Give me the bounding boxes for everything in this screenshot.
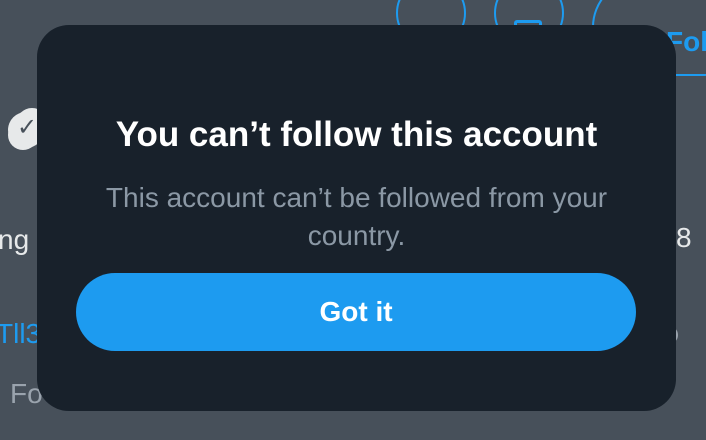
verified-check-icon: ✓: [17, 114, 38, 141]
page-backdrop: Follo ✓ ng 8 Tll3 Fo You can’t follow th…: [0, 0, 706, 440]
stat-fragment: 8: [676, 222, 692, 253]
dialog-message: This account can’t be followed from your…: [105, 182, 608, 251]
got-it-button[interactable]: Got it: [76, 273, 636, 351]
cannot-follow-dialog: You can’t follow this account This accou…: [37, 25, 676, 411]
profile-link: Tll3: [0, 318, 42, 349]
dialog-title: You can’t follow this account: [115, 115, 598, 154]
following-count-label: ng: [0, 224, 30, 255]
